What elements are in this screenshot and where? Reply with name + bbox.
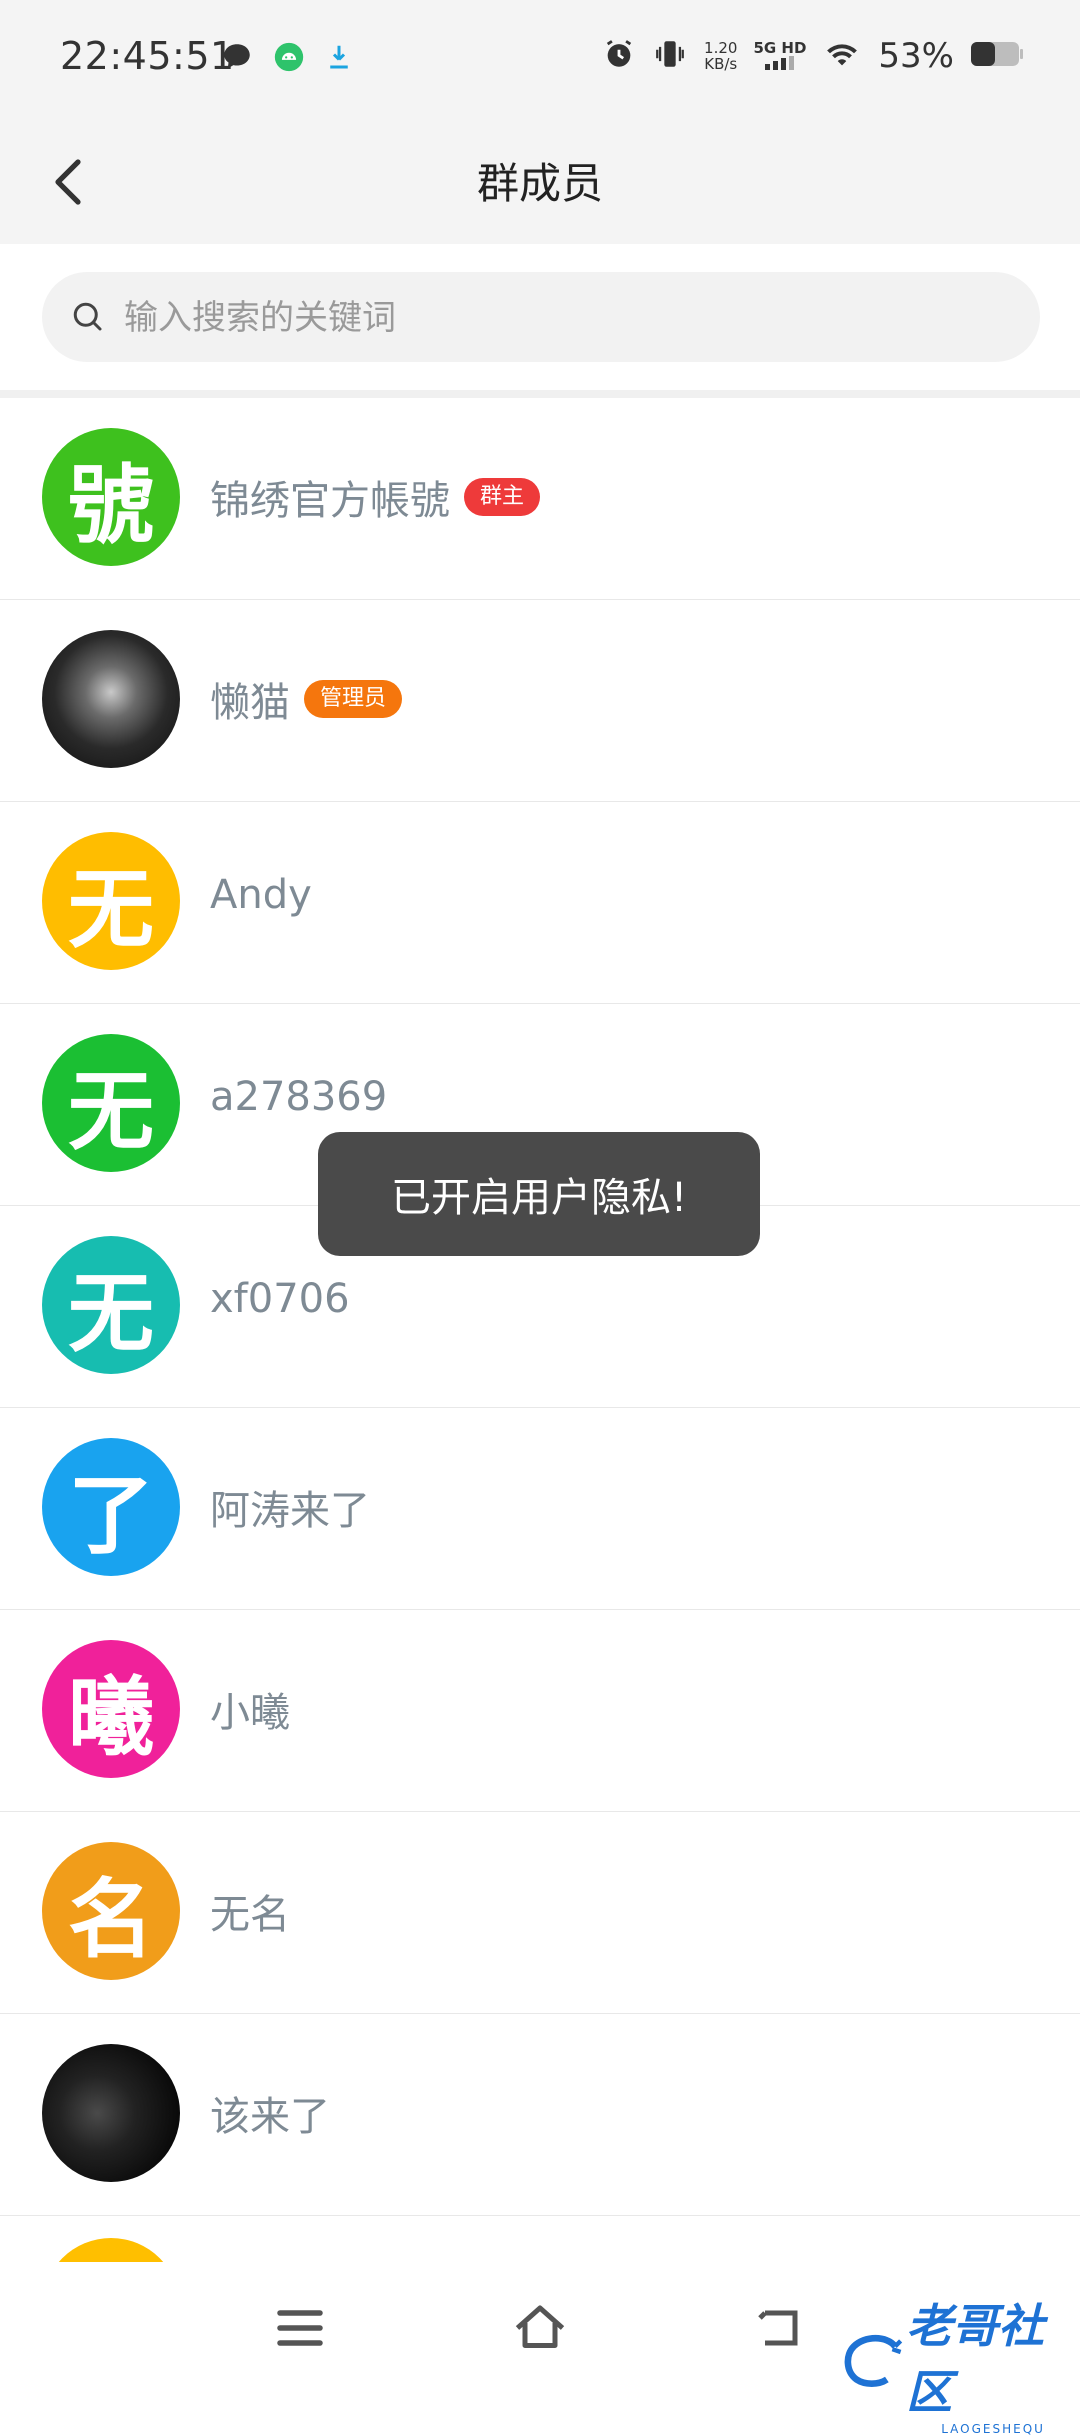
battery-icon xyxy=(970,39,1024,73)
role-badge: 管理员 xyxy=(304,680,403,718)
avatar[interactable] xyxy=(42,2044,180,2182)
member-name: a278369 xyxy=(210,1074,388,1120)
member-name-group: 小曦 xyxy=(210,1680,290,1738)
member-name-group: xf0706 xyxy=(210,1276,350,1322)
search-icon xyxy=(70,299,106,339)
avatar[interactable]: 曦 xyxy=(42,1640,180,1778)
member-row[interactable]: 曦小曦 xyxy=(0,1610,1080,1812)
member-name-group: a278369 xyxy=(210,1074,387,1120)
message-icon xyxy=(220,40,254,78)
member-name-group: 懒猫 管理员 xyxy=(210,670,403,728)
watermark-subtext: LAOGESHEQU xyxy=(941,2422,1045,2436)
member-row[interactable]: 懒猫 管理员 xyxy=(0,600,1080,802)
member-name-group: 该来了 xyxy=(210,2084,330,2142)
watermark-text: 老哥社区 xyxy=(906,2299,1045,2419)
battery-percent: 53% xyxy=(878,36,954,76)
search-section xyxy=(0,244,1080,398)
member-row[interactable]: 名无名 xyxy=(0,1812,1080,2014)
member-name: 该来了 xyxy=(210,2094,330,2140)
status-bar: 22:45:51 1.20 KB/s 5G HD 53% xyxy=(0,0,1080,120)
notification-icons xyxy=(220,40,354,78)
toast-message: 已开启用户隐私! xyxy=(318,1132,760,1256)
avatar[interactable]: 了 xyxy=(42,1438,180,1576)
network-speed: 1.20 KB/s xyxy=(704,39,738,73)
home-icon xyxy=(515,2305,565,2348)
member-list: 號锦绣官方帳號 群主 懒猫 管理员无 Andy 无 a278369 无 xf0706 了阿涛来了曦… xyxy=(0,398,1080,2216)
member-name: 小曦 xyxy=(210,1690,290,1736)
alarm-icon xyxy=(602,37,636,75)
member-name-group: Andy xyxy=(210,872,312,918)
menu-icon xyxy=(277,2310,323,2346)
avatar[interactable]: 无 xyxy=(42,1236,180,1374)
avatar[interactable]: 號 xyxy=(42,428,180,566)
search-bar[interactable] xyxy=(42,272,1040,364)
member-name-group: 无名 xyxy=(210,1882,290,1940)
vibrate-icon xyxy=(652,37,688,75)
download-icon xyxy=(324,40,354,78)
member-name: 锦绣官方帳號 xyxy=(210,478,450,524)
network-type: 5G HD xyxy=(753,40,806,73)
member-name: 无名 xyxy=(210,1892,290,1938)
member-name: 阿涛来了 xyxy=(210,1488,370,1534)
app-bar: 群成员 xyxy=(0,120,1080,244)
menu-button[interactable] xyxy=(270,2298,330,2358)
avatar[interactable]: 无 xyxy=(42,832,180,970)
watermark-logo: 老哥社区 LAOGESHEQU xyxy=(840,2290,1080,2436)
avatar[interactable] xyxy=(42,630,180,768)
role-badge: 群主 xyxy=(464,478,541,516)
member-row[interactable]: 无 Andy xyxy=(0,802,1080,1004)
status-right: 1.20 KB/s 5G HD 53% xyxy=(602,36,1024,76)
back-nav-button[interactable] xyxy=(750,2298,810,2358)
avatar[interactable]: 名 xyxy=(42,1842,180,1980)
member-name-group: 锦绣官方帳號 群主 xyxy=(210,468,541,526)
return-icon xyxy=(758,2310,798,2346)
member-row[interactable]: 该来了 xyxy=(0,2014,1080,2216)
member-name-group: 阿涛来了 xyxy=(210,1478,370,1536)
member-name: Andy xyxy=(210,872,312,918)
page-title: 群成员 xyxy=(476,159,603,208)
status-time: 22:45:51 xyxy=(60,34,235,78)
wifi-icon xyxy=(822,37,862,75)
member-name: xf0706 xyxy=(210,1276,350,1322)
avatar[interactable]: 无 xyxy=(42,1034,180,1172)
home-button[interactable] xyxy=(510,2298,570,2358)
member-row[interactable]: 了阿涛来了 xyxy=(0,1408,1080,1610)
android-icon xyxy=(272,40,306,78)
member-row[interactable]: 號锦绣官方帳號 群主 xyxy=(0,398,1080,600)
member-name: 懒猫 xyxy=(210,680,290,726)
search-input[interactable] xyxy=(122,272,1006,364)
